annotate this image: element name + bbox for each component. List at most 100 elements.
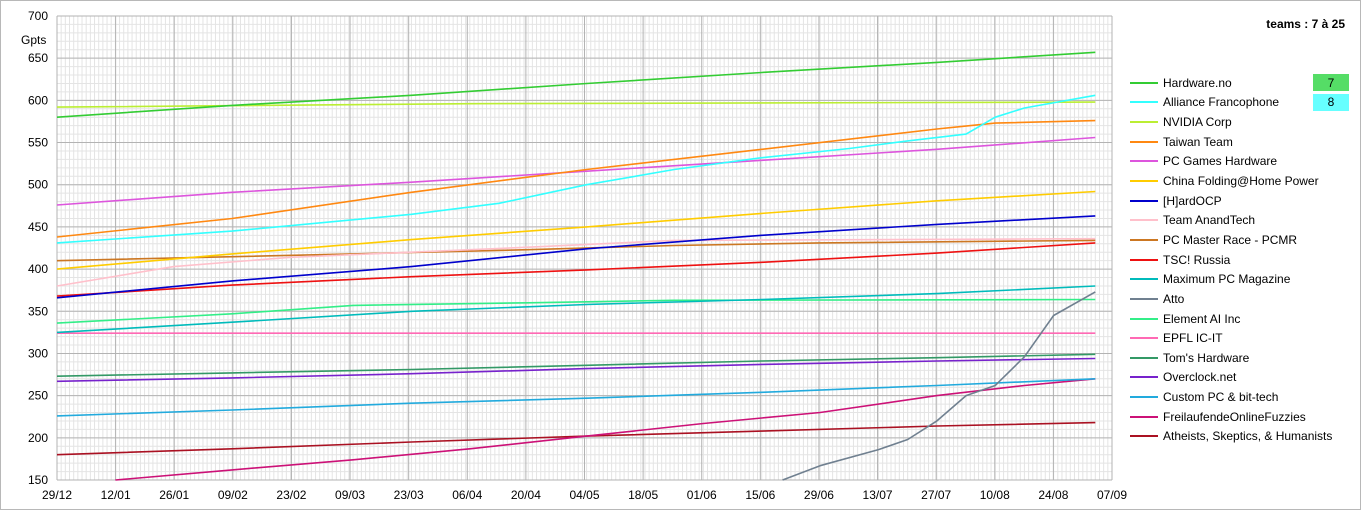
series-line	[56, 421, 1096, 456]
legend-swatch	[1130, 356, 1158, 359]
legend-label: Tom's Hardware	[1163, 350, 1250, 365]
x-tick-label: 24/08	[1038, 488, 1068, 502]
legend-item: [H]ardOCP	[1130, 191, 1330, 211]
series-line	[56, 237, 1096, 287]
legend-label: Custom PC & bit-tech	[1163, 390, 1279, 405]
legend-item: Maximum PC Magazine	[1130, 269, 1330, 289]
y-tick-labels: 150 200 250 300 350 400 450 500 550 600 650 700	[28, 9, 48, 487]
legend-item: Taiwan Team	[1130, 132, 1330, 152]
legend-label: Hardware.no	[1163, 75, 1232, 90]
x-tick-label: 18/05	[628, 488, 658, 502]
legend-swatch	[1130, 199, 1158, 202]
rank-badge: 7	[1313, 74, 1349, 91]
legend-label: Element AI Inc	[1163, 311, 1241, 326]
y-tick-label: 500	[28, 178, 48, 192]
legend-swatch	[1130, 258, 1158, 261]
chart-title: teams : 7 à 25	[1266, 17, 1345, 31]
legend-swatch	[1130, 396, 1158, 399]
y-tick-label: 250	[28, 389, 48, 403]
rank-badge: 8	[1313, 93, 1349, 111]
x-tick-label: 12/01	[101, 488, 131, 502]
series-line	[56, 119, 1096, 238]
legend-swatch	[1130, 337, 1158, 340]
series-lines	[56, 51, 1096, 481]
legend-swatch	[1130, 101, 1158, 104]
legend-swatch	[1130, 238, 1158, 241]
legend-item: Overclock.net	[1130, 368, 1330, 388]
legend-item: Team AnandTech	[1130, 210, 1330, 230]
legend-label: China Folding@Home Power	[1163, 174, 1319, 189]
x-tick-label: 29/06	[804, 488, 834, 502]
y-tick-label: 200	[28, 431, 48, 445]
legend-swatch	[1130, 219, 1158, 222]
legend-label: Alliance Francophone	[1163, 95, 1280, 110]
legend-label: [H]ardOCP	[1163, 193, 1222, 208]
legend-swatch	[1130, 376, 1158, 379]
legend-swatch	[1130, 140, 1158, 143]
x-tick-label: 13/07	[863, 488, 893, 502]
legend-item: Hardware.no 7	[1130, 73, 1349, 93]
x-tick-label: 27/07	[921, 488, 951, 502]
x-tick-label: 20/04	[511, 488, 541, 502]
y-tick-label: 350	[28, 304, 48, 318]
legend-swatch	[1130, 317, 1158, 320]
y-tick-label: 400	[28, 262, 48, 276]
x-tick-label: 15/06	[745, 488, 775, 502]
legend-item: Atheists, Skeptics, & Humanists	[1130, 427, 1333, 447]
y-tick-label: 650	[28, 51, 48, 65]
x-tick-label: 06/04	[452, 488, 482, 502]
legend-label: TSC! Russia	[1163, 252, 1231, 267]
x-tick-label: 09/02	[218, 488, 248, 502]
legend-item: China Folding@Home Power	[1130, 171, 1330, 191]
legend-swatch	[1130, 121, 1158, 124]
legend-item: Custom PC & bit-tech	[1130, 387, 1330, 407]
x-tick-label: 04/05	[569, 488, 599, 502]
legend-item: PC Master Race - PCMR	[1130, 230, 1330, 250]
legend-label: PC Master Race - PCMR	[1163, 232, 1298, 247]
legend-label: PC Games Hardware	[1163, 154, 1278, 169]
x-tick-label: 26/01	[159, 488, 189, 502]
legend-label: FreilaufendeOnlineFuzzies	[1163, 409, 1306, 424]
y-tick-label: 450	[28, 220, 48, 234]
legend-item: Alliance Francophone 8	[1130, 93, 1349, 113]
legend-swatch	[1130, 297, 1158, 300]
legend-label: Atto	[1163, 291, 1185, 306]
legend-label: Maximum PC Magazine	[1163, 272, 1291, 287]
y-tick-label: 150	[28, 473, 48, 487]
series-line	[56, 51, 1096, 118]
legend: Hardware.no 7 Alliance Francophone 8 NVIDIA …	[1130, 73, 1349, 447]
legend-item: Atto	[1130, 289, 1330, 309]
legend-swatch	[1130, 180, 1158, 183]
legend-swatch	[1130, 435, 1158, 438]
series-line	[56, 353, 1096, 377]
x-tick-label: 09/03	[335, 488, 365, 502]
series-line	[56, 378, 1096, 417]
legend-label: EPFL IC-IT	[1163, 331, 1223, 346]
legend-item: TSC! Russia	[1130, 250, 1330, 270]
legend-label: Overclock.net	[1163, 370, 1237, 385]
chart-frame: 150 200 250 300 350 400 450 500 550 600 650 700 29/…	[0, 0, 1361, 510]
legend-item: FreilaufendeOnlineFuzzies	[1130, 407, 1330, 427]
legend-swatch	[1130, 81, 1158, 84]
legend-swatch	[1130, 415, 1158, 418]
x-tick-label: 07/09	[1097, 488, 1127, 502]
x-tick-label: 10/08	[980, 488, 1010, 502]
x-tick-labels: 29/12 12/01 26/01 09/02 23/02 09/03 23/03 06/04…	[42, 488, 1127, 502]
x-tick-label: 01/06	[687, 488, 717, 502]
legend-item: Tom's Hardware	[1130, 348, 1330, 368]
legend-item: Element AI Inc	[1130, 309, 1330, 329]
legend-label: Taiwan Team	[1163, 134, 1233, 149]
y-tick-label: 600	[28, 93, 48, 107]
y-tick-label: 550	[28, 136, 48, 150]
legend-item: NVIDIA Corp	[1130, 112, 1330, 132]
legend-label: NVIDIA Corp	[1163, 115, 1232, 130]
legend-swatch	[1130, 278, 1158, 281]
y-tick-label: 700	[28, 9, 48, 23]
legend-item: PC Games Hardware	[1130, 152, 1330, 172]
legend-swatch	[1130, 160, 1158, 163]
series-line	[56, 285, 1096, 334]
legend-label: Team AnandTech	[1163, 213, 1256, 228]
x-tick-label: 29/12	[42, 488, 72, 502]
x-tick-label: 23/03	[394, 488, 424, 502]
legend-label: Atheists, Skeptics, & Humanists	[1163, 429, 1333, 444]
